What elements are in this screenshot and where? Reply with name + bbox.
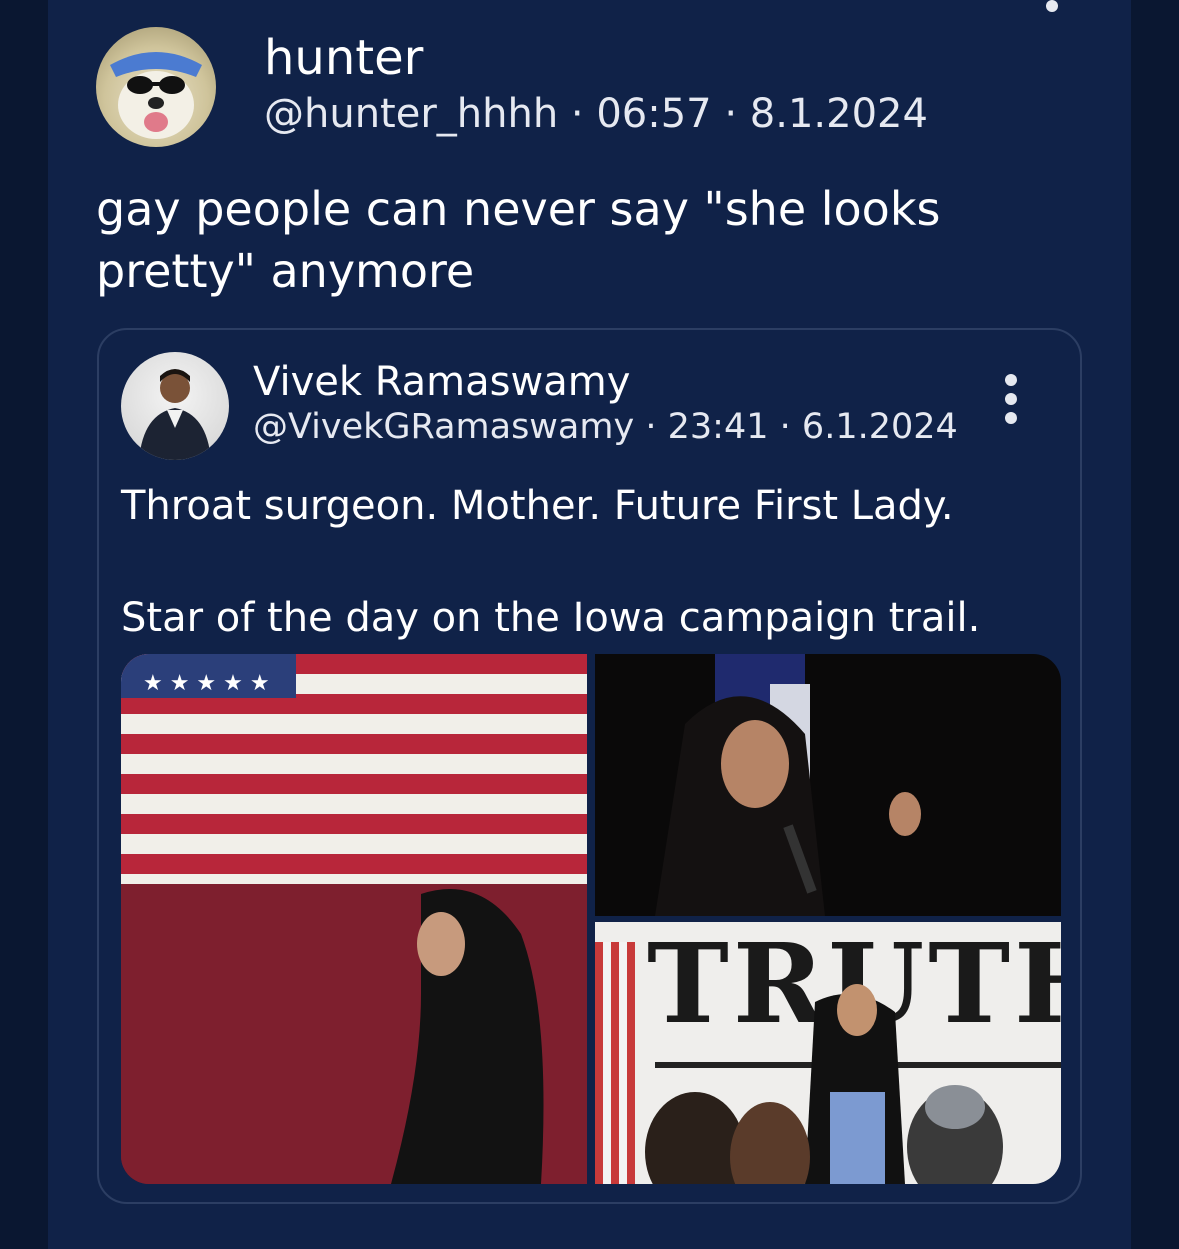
person-avatar-icon	[139, 369, 211, 460]
tweet-detail-screen: hunter @hunter_hhhh · 06:57 · 8.1.2024 g…	[0, 0, 1179, 1249]
tweet-text: gay people can never say "she looks pret…	[96, 182, 941, 298]
quoted-tweet-date: 6.1.2024	[801, 407, 958, 447]
svg-text:★ ★ ★ ★ ★: ★ ★ ★ ★ ★	[143, 671, 270, 696]
quoted-tweet-text: Throat surgeon. Mother. Future First Lad…	[121, 478, 1061, 646]
meta-separator: ·	[724, 91, 738, 137]
tweet-date: 8.1.2024	[749, 91, 928, 137]
photo-speaking-microphone[interactable]	[595, 654, 1061, 916]
quoted-tweet-media-grid: ★ ★ ★ ★ ★ TRUTH	[121, 654, 1061, 1184]
quoted-author-meta: @VivekGRamaswamy · 23:41 · 6.1.2024	[253, 406, 958, 448]
quoted-text-line-2: Star of the day on the Iowa campaign tra…	[121, 595, 981, 641]
author-name[interactable]: hunter	[264, 30, 423, 86]
author-avatar[interactable]	[96, 27, 216, 147]
meta-separator: ·	[570, 91, 584, 137]
flag-portrait-image: ★ ★ ★ ★ ★	[121, 654, 587, 1184]
speaker-image	[655, 654, 921, 916]
rally-image	[595, 942, 1061, 1184]
quoted-tweet-card[interactable]: Vivek Ramaswamy @VivekGRamaswamy · 23:41…	[97, 328, 1082, 1204]
more-vertical-icon[interactable]	[1001, 374, 1021, 424]
author-meta: @hunter_hhhh · 06:57 · 8.1.2024	[264, 90, 928, 138]
author-handle[interactable]: @hunter_hhhh	[264, 91, 558, 137]
tweet-time: 06:57	[596, 91, 712, 137]
quoted-author-handle[interactable]: @VivekGRamaswamy	[253, 407, 634, 447]
more-options-icon[interactable]	[1046, 0, 1058, 12]
meta-separator: ·	[779, 407, 791, 447]
dog-avatar-icon	[110, 52, 202, 139]
quoted-author-avatar[interactable]	[121, 352, 229, 460]
quoted-text-line-1: Throat surgeon. Mother. Future First Lad…	[121, 483, 954, 529]
quoted-author-name[interactable]: Vivek Ramaswamy	[253, 358, 630, 406]
quoted-tweet-time: 23:41	[667, 407, 769, 447]
photo-truth-rally[interactable]: TRUTH	[595, 922, 1061, 1184]
meta-separator: ·	[645, 407, 657, 447]
photo-flag-portrait[interactable]: ★ ★ ★ ★ ★	[121, 654, 587, 1184]
